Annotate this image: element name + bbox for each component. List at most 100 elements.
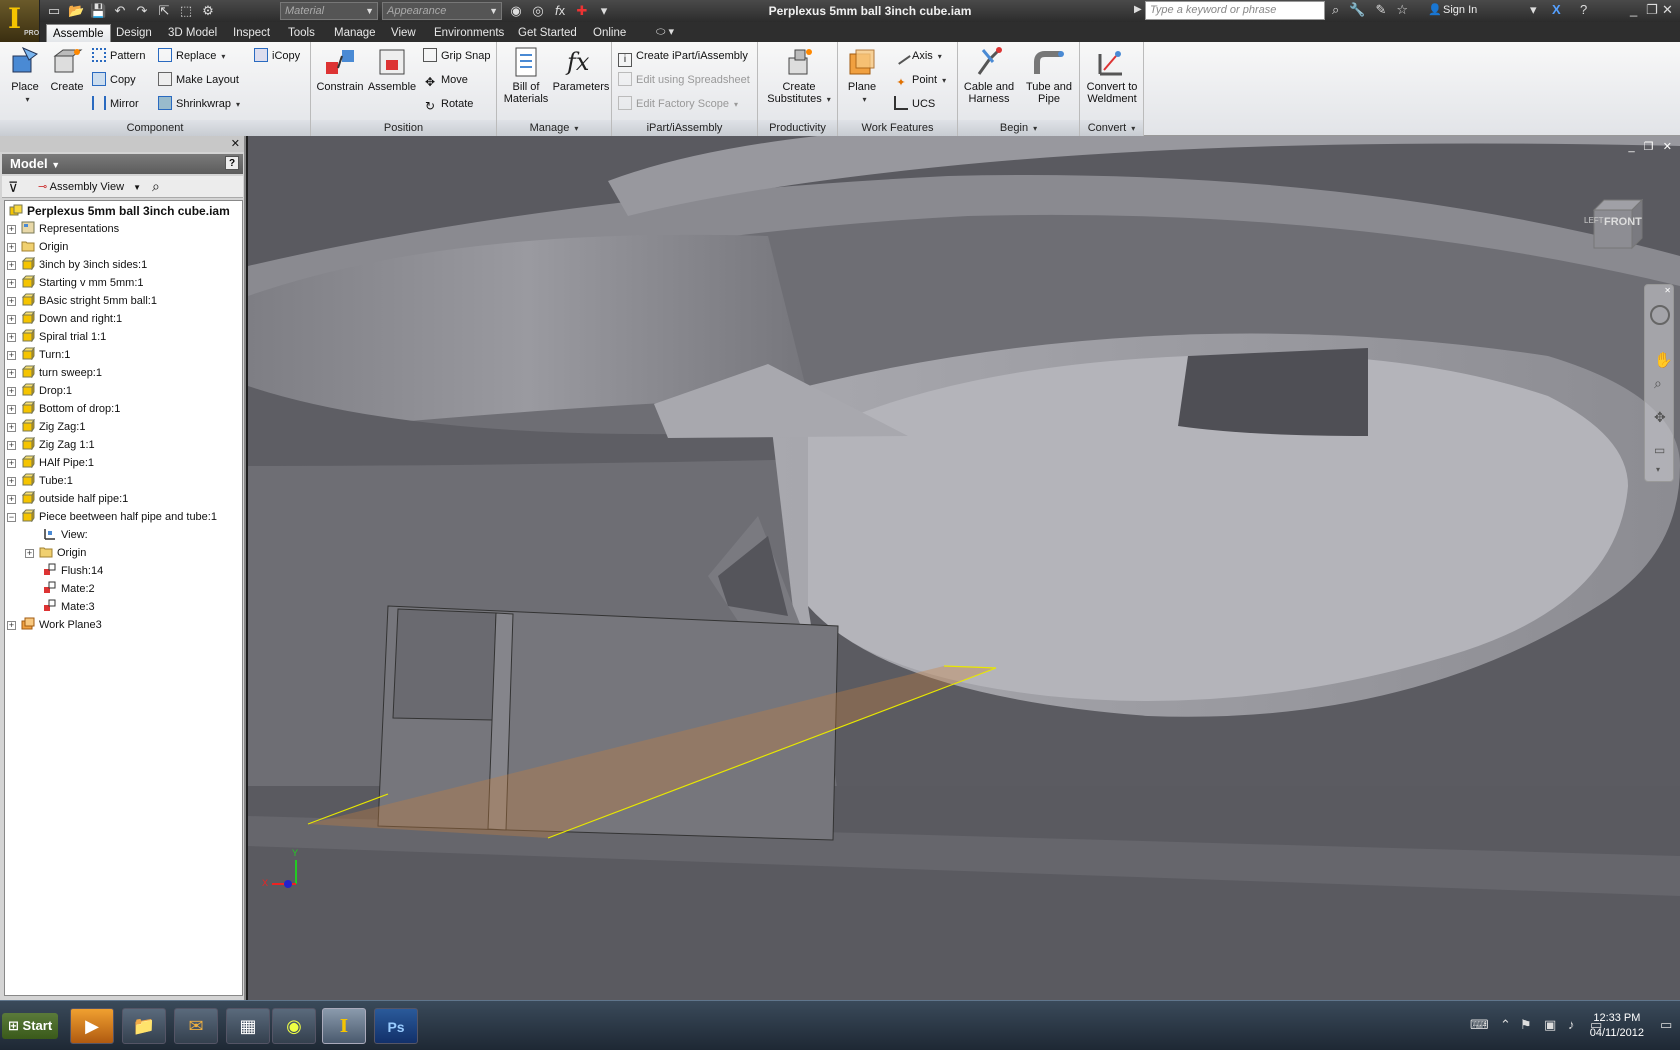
tree-node[interactable]: + outside half pipe:1 xyxy=(7,491,128,508)
shrinkwrap-button[interactable]: Shrinkwrap ▾ xyxy=(158,94,240,114)
convert-to-weldment-button[interactable]: Convert to Weldment xyxy=(1082,46,1142,105)
begin-panel-label[interactable]: Begin ▾ xyxy=(958,120,1079,136)
flag-icon[interactable]: ⚑ xyxy=(1520,1017,1532,1033)
exchange-icon[interactable]: X xyxy=(1552,2,1561,17)
expand-toggle-icon[interactable]: + xyxy=(7,458,16,468)
tree-node[interactable]: View: xyxy=(29,527,88,544)
expand-toggle-icon[interactable]: + xyxy=(7,494,16,504)
create-substitutes-button[interactable]: Create Substitutes ▾ xyxy=(764,46,834,106)
copy-button[interactable]: Copy xyxy=(92,70,136,90)
help-icon[interactable]: ? xyxy=(1580,2,1587,17)
axis-button[interactable]: Axis ▾ xyxy=(891,45,942,66)
expand-toggle-icon[interactable]: + xyxy=(25,548,34,558)
expand-toggle-icon[interactable]: + xyxy=(7,242,16,252)
tree-node[interactable]: + Drop:1 xyxy=(7,383,72,400)
rotate-button[interactable]: ↻ Rotate xyxy=(423,94,473,114)
tree-node[interactable]: + turn sweep:1 xyxy=(7,365,102,382)
binoculars-icon[interactable]: ⌕ xyxy=(1332,2,1339,18)
grip-snap-button[interactable]: Grip Snap xyxy=(423,46,491,66)
tree-node[interactable]: + Spiral trial 1:1 xyxy=(7,329,106,346)
appearance-combo[interactable]: Appearance ▼ xyxy=(382,2,502,20)
redo-icon[interactable]: ↷ xyxy=(134,3,150,19)
tree-node[interactable]: + Starting v mm 5mm:1 xyxy=(7,275,144,292)
close-icon[interactable]: ✕ xyxy=(1662,2,1673,18)
new-icon[interactable]: ▭ xyxy=(46,3,62,19)
tab-tools[interactable]: Tools xyxy=(282,24,321,42)
customize-icon[interactable]: ▾ xyxy=(596,3,612,19)
customize-icon[interactable]: ▾ xyxy=(1656,465,1660,474)
media-player-button[interactable]: ▶ xyxy=(70,1008,114,1044)
subscription-icon[interactable]: 🔧 xyxy=(1349,2,1365,18)
ribbon-toggle-icon[interactable]: ⬭ ▾ xyxy=(656,25,674,39)
filter-icon[interactable]: ⊽ xyxy=(8,179,18,196)
expand-toggle-icon[interactable]: + xyxy=(7,368,16,378)
zoom-icon[interactable]: ⌕ xyxy=(1654,375,1662,392)
binoculars-icon[interactable]: ⌕ xyxy=(152,178,160,195)
move-button[interactable]: ✥ Move xyxy=(423,70,468,90)
point-button[interactable]: ✦ Point ▾ xyxy=(894,70,946,90)
communication-icon[interactable]: ✎ xyxy=(1375,2,1386,18)
expand-toggle-icon[interactable]: + xyxy=(7,224,16,234)
tree-node[interactable]: Mate:3 xyxy=(29,599,95,616)
constrain-button[interactable]: Constrain xyxy=(315,46,365,93)
expand-toggle-icon[interactable]: + xyxy=(7,476,16,486)
ucs-button[interactable]: UCS xyxy=(894,94,935,114)
create-component-button[interactable]: Create xyxy=(48,46,86,93)
show-hidden-icons[interactable]: ⌃ xyxy=(1500,1017,1511,1033)
undo-icon[interactable]: ↶ xyxy=(112,3,128,19)
icopy-button[interactable]: iCopy xyxy=(254,46,300,66)
photoshop-button[interactable]: Ps xyxy=(374,1008,418,1044)
edit-factory-scope-button[interactable]: Edit Factory Scope ▾ xyxy=(618,94,738,114)
make-layout-button[interactable]: Make Layout xyxy=(158,70,239,90)
fx-icon[interactable]: fx xyxy=(552,3,568,19)
tab-assemble[interactable]: Assemble xyxy=(46,24,111,42)
tree-node[interactable]: + HAlf Pipe:1 xyxy=(7,455,94,472)
bill-of-materials-button[interactable]: Bill of Materials xyxy=(501,46,551,105)
tab-environments[interactable]: Environments xyxy=(428,24,510,42)
expand-toggle-icon[interactable]: + xyxy=(7,422,16,432)
plane-button[interactable]: Plane ▾ xyxy=(842,46,882,106)
replace-button[interactable]: Replace ▾ xyxy=(158,46,225,66)
tree-node[interactable]: + Bottom of drop:1 xyxy=(7,401,120,418)
update-icon[interactable]: ⚙ xyxy=(200,3,216,19)
tree-node[interactable]: Mate:2 xyxy=(29,581,95,598)
parameters-button[interactable]: fx Parameters xyxy=(551,46,611,93)
expand-toggle-icon[interactable]: + xyxy=(7,440,16,450)
clock[interactable]: 12:33 PM 04/11/2012 xyxy=(1590,1011,1644,1041)
orbit-icon[interactable]: ✥ xyxy=(1654,409,1666,426)
open-icon[interactable]: 📂 xyxy=(68,3,84,19)
expand-toggle-icon[interactable]: + xyxy=(7,296,16,306)
tube-and-pipe-button[interactable]: Tube and Pipe xyxy=(1020,46,1078,105)
expand-toggle-icon[interactable]: + xyxy=(7,314,16,324)
tab-3d-model[interactable]: 3D Model xyxy=(162,24,223,42)
inventor-button[interactable]: I xyxy=(322,1008,366,1044)
expand-toggle-icon[interactable]: + xyxy=(7,332,16,342)
restore-icon[interactable]: ❐ xyxy=(1646,2,1658,18)
color-override-icon[interactable]: ◉ xyxy=(508,3,524,19)
pattern-button[interactable]: Pattern xyxy=(92,46,145,66)
tree-root[interactable]: Perplexus 5mm ball 3inch cube.iam xyxy=(9,203,230,220)
expand-toggle-icon[interactable]: − xyxy=(7,512,16,522)
tree-node[interactable]: + BAsic stright 5mm ball:1 xyxy=(7,293,157,310)
create-ipart-button[interactable]: i Create iPart/iAssembly xyxy=(618,46,748,67)
expand-toggle-icon[interactable]: + xyxy=(7,620,16,630)
clear-appearance-icon[interactable]: ◎ xyxy=(530,3,546,19)
model-header[interactable]: Model ▼ ? xyxy=(2,154,243,174)
application-menu-button[interactable]: I PRO xyxy=(0,0,40,42)
favorites-icon[interactable]: ☆ xyxy=(1396,2,1408,18)
tree-node[interactable]: +3inch by 3inch sides:1 xyxy=(7,257,147,274)
keyboard-icon[interactable]: ⌨ xyxy=(1470,1017,1489,1033)
tab-view[interactable]: View xyxy=(385,24,422,42)
search-input[interactable]: Type a keyword or phrase xyxy=(1145,1,1325,20)
add-icon[interactable]: ✚ xyxy=(574,3,590,19)
tree-node[interactable]: + Tube:1 xyxy=(7,473,73,490)
network-icon[interactable]: ▣ xyxy=(1544,1017,1556,1033)
signin-dropdown-icon[interactable]: ▾ xyxy=(1530,2,1537,18)
explorer-button[interactable]: 📁 xyxy=(122,1008,166,1044)
volume-icon[interactable]: ♪ xyxy=(1568,1017,1575,1032)
restore-icon[interactable]: ❐ xyxy=(1644,141,1654,153)
edit-spreadsheet-button[interactable]: Edit using Spreadsheet xyxy=(618,70,750,90)
mirror-button[interactable]: Mirror xyxy=(92,94,139,114)
graphics-viewport[interactable]: _ ❐ ✕ Y X xyxy=(248,136,1680,1000)
sign-in-button[interactable]: Sign In xyxy=(1443,4,1477,16)
